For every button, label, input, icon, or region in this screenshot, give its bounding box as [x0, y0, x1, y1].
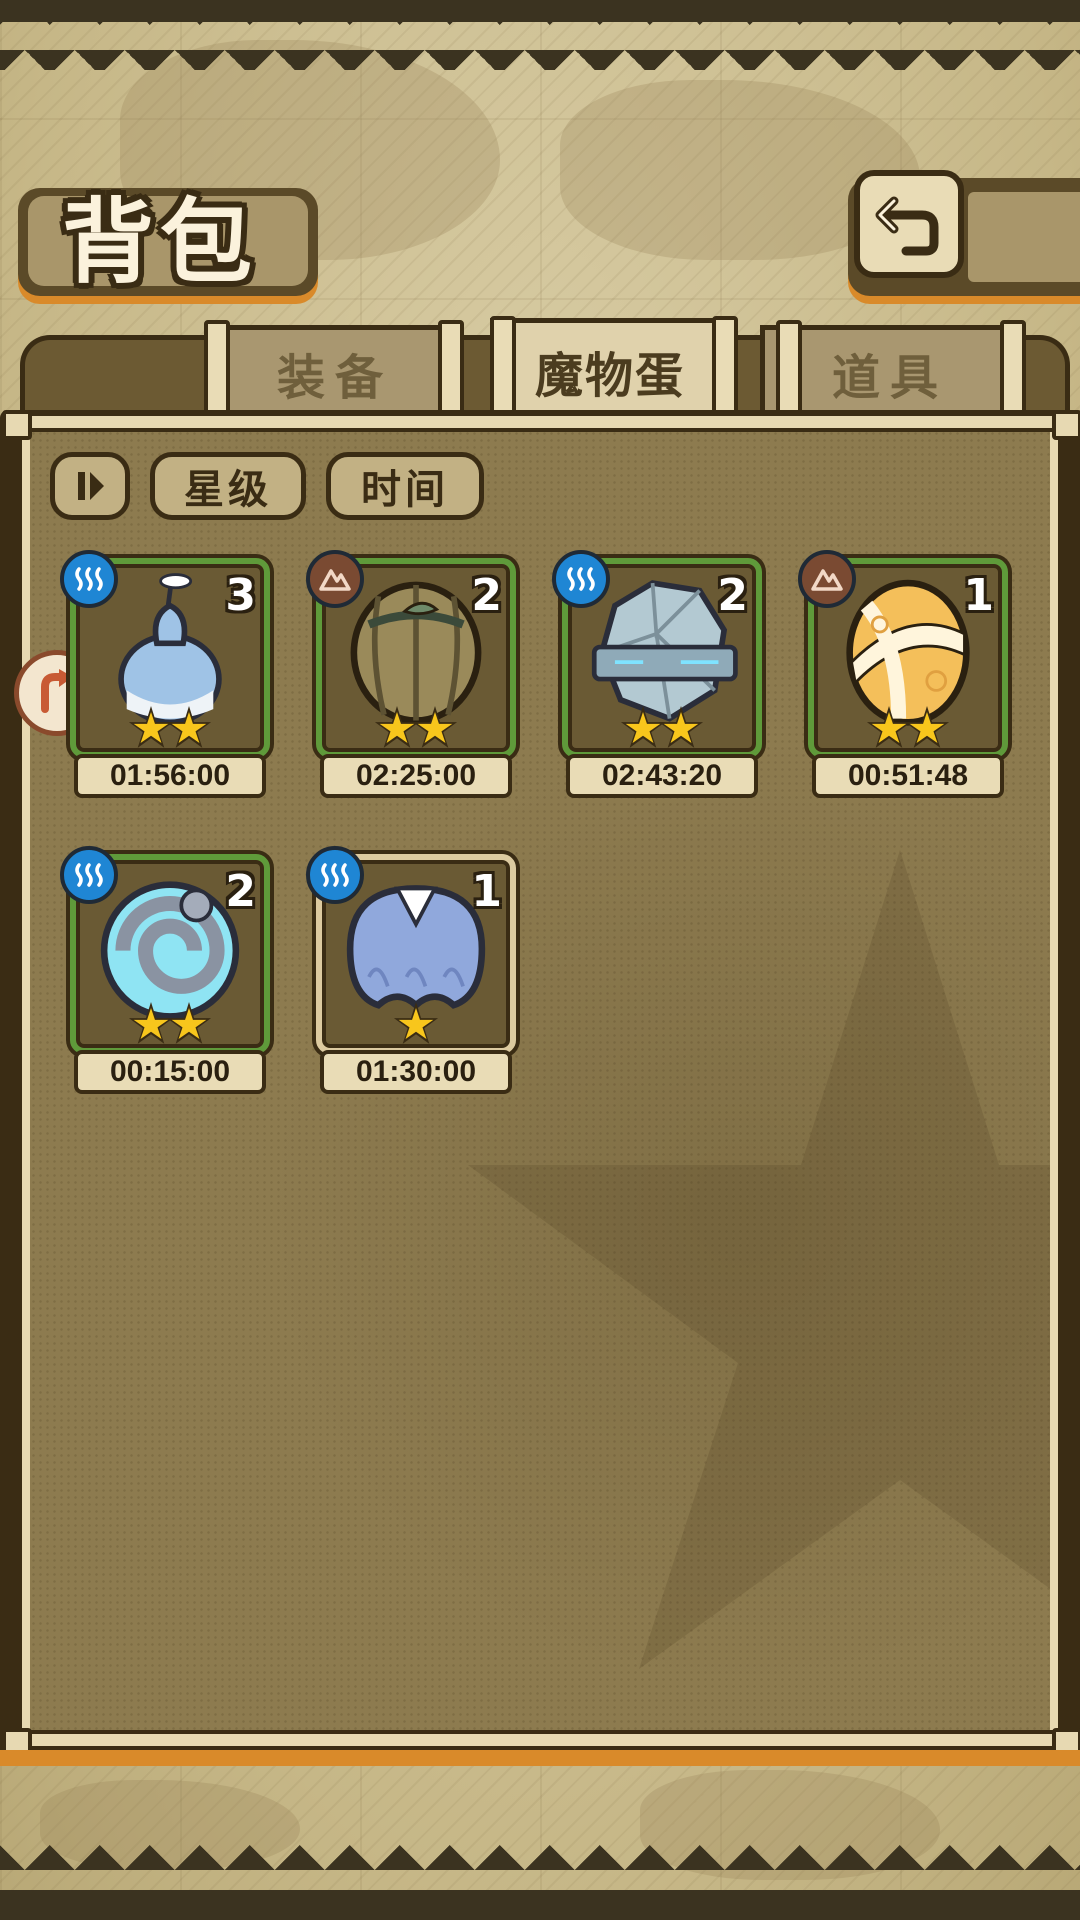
sort-by-star-label: 星级: [184, 467, 272, 513]
egg-count: 1: [963, 570, 994, 621]
sort-by-star-button[interactable]: 星级: [150, 452, 306, 520]
egg-card[interactable]: 1 00:51:48: [798, 550, 1008, 798]
hatch-timer: 01:30:00: [320, 1050, 512, 1094]
star-rating: [70, 1002, 270, 1052]
background-star-emblem: [468, 850, 1050, 1669]
tab-items-label: 道具: [831, 349, 948, 406]
sort-order-icon: [78, 472, 104, 500]
egg-count: 2: [471, 570, 502, 621]
tab-post: [490, 316, 516, 420]
hatch-timer: 00:51:48: [812, 754, 1004, 798]
earth-element-icon: [306, 550, 364, 608]
tab-equipment-label: 装备: [276, 349, 393, 406]
star-icon: [393, 1002, 439, 1048]
egg-card[interactable]: 2 00:15:00: [60, 846, 270, 1094]
page-title: 背包: [62, 188, 259, 296]
water-element-icon: [552, 550, 610, 608]
star-rating: [316, 706, 516, 756]
back-button[interactable]: [854, 170, 964, 278]
panel-top-rail: [8, 412, 1072, 432]
tab-monster-eggs-label: 魔物蛋: [534, 347, 685, 404]
tab-post: [712, 316, 738, 420]
corner-bolt: [2, 410, 32, 440]
sort-by-time-button[interactable]: 时间: [326, 452, 484, 520]
hatch-timer: 00:15:00: [74, 1050, 266, 1094]
tab-monster-eggs[interactable]: 魔物蛋: [490, 318, 730, 418]
star-icon: [904, 706, 950, 752]
tab-post: [1000, 320, 1026, 416]
star-icon: [166, 706, 212, 752]
water-element-icon: [306, 846, 364, 904]
tab-equipment[interactable]: 装备: [210, 325, 460, 415]
hatch-timer: 02:43:20: [566, 754, 758, 798]
egg-card[interactable]: 3 01:56:00: [60, 550, 270, 798]
panel-bottom-rail: [8, 1730, 1072, 1750]
earth-element-icon: [798, 550, 856, 608]
star-rating: [808, 706, 1008, 756]
egg-card[interactable]: 1 01:30:00: [306, 846, 516, 1094]
egg-card[interactable]: 2 02:43:20: [552, 550, 762, 798]
star-rating: [316, 1002, 516, 1052]
star-rating: [70, 706, 270, 756]
tab-post: [438, 320, 464, 416]
egg-count: 2: [225, 866, 256, 917]
star-rating: [562, 706, 762, 756]
egg-count: 1: [471, 866, 502, 917]
star-icon: [658, 706, 704, 752]
star-icon: [166, 1002, 212, 1048]
tab-post: [776, 320, 802, 416]
water-element-icon: [60, 550, 118, 608]
star-icon: [412, 706, 458, 752]
top-zigzag-border: [0, 0, 1080, 70]
corner-bolt: [1052, 410, 1080, 440]
egg-count: 3: [225, 570, 256, 621]
return-arrow-icon: [875, 196, 939, 256]
egg-count: 2: [717, 570, 748, 621]
egg-card[interactable]: 2 02:25:00: [306, 550, 516, 798]
tab-post: [204, 320, 230, 416]
hatch-timer: 02:25:00: [320, 754, 512, 798]
panel-bottom-strip: [0, 1750, 1080, 1766]
sort-by-time-label: 时间: [361, 467, 449, 513]
water-element-icon: [60, 846, 118, 904]
hatch-timer: 01:56:00: [74, 754, 266, 798]
bottom-zigzag-border: [0, 1840, 1080, 1920]
sort-order-button[interactable]: [50, 452, 130, 520]
